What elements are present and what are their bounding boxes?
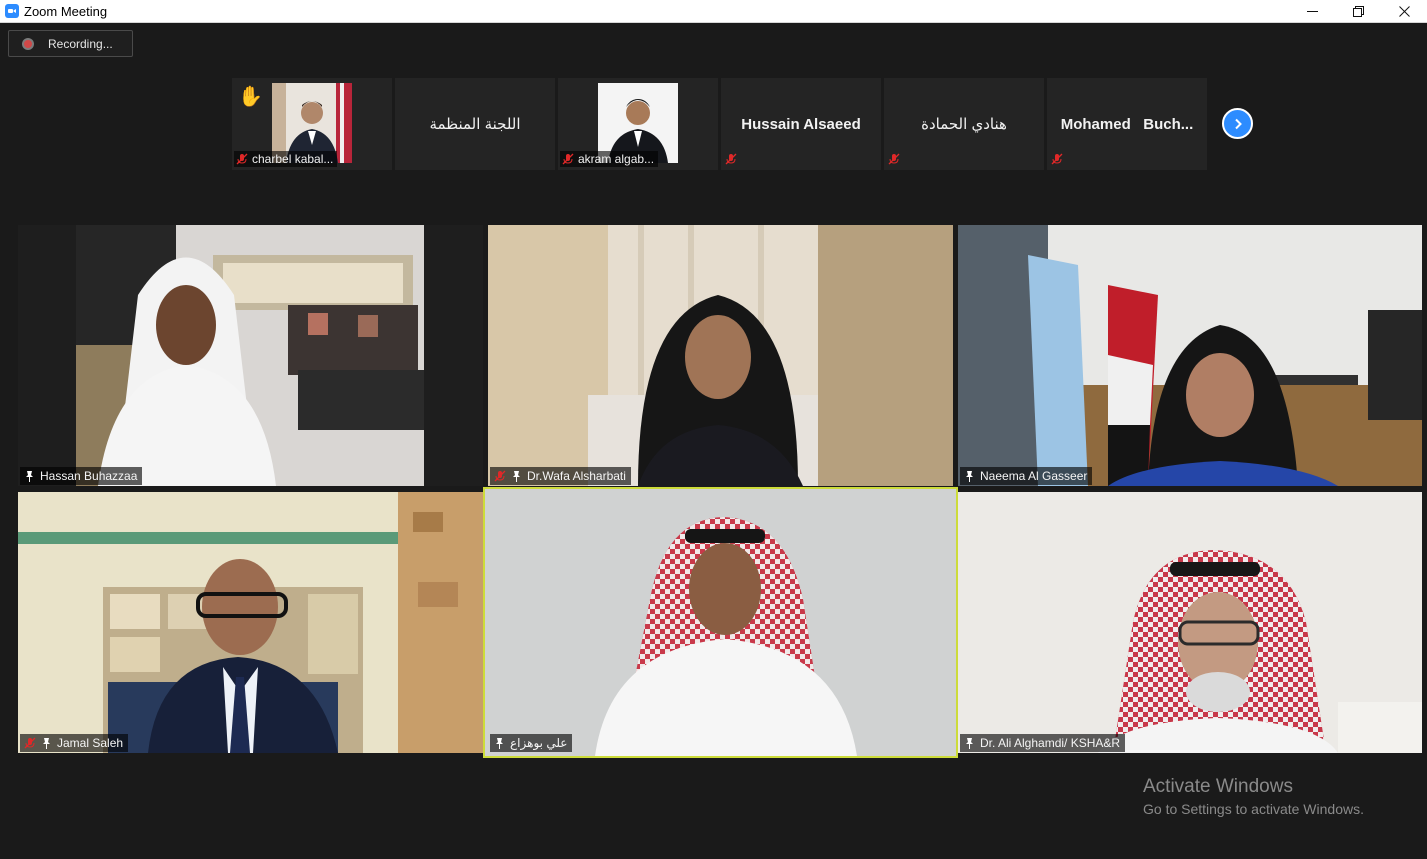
- participant-name: Hassan Buhazzaa: [40, 469, 138, 483]
- participant-caption: [1049, 151, 1067, 167]
- video-tile[interactable]: Hassan Buhazzaa: [18, 225, 483, 486]
- window-controls: [1289, 0, 1427, 23]
- pin-icon: [43, 738, 50, 749]
- participant-namebar: علي بوهزاع: [490, 734, 573, 752]
- mic-muted-icon: [494, 470, 506, 482]
- participant-video: [958, 225, 1422, 486]
- participant-video: [958, 492, 1422, 753]
- record-icon: [22, 37, 34, 50]
- video-tile[interactable]: Jamal Saleh: [18, 492, 483, 753]
- participant-caption: charbel kabal...: [234, 151, 338, 167]
- watermark-subtitle: Go to Settings to activate Windows.: [1143, 801, 1364, 817]
- participant-name: Hussain Alsaeed: [741, 115, 861, 133]
- mic-muted-icon: [1051, 153, 1063, 165]
- pin-icon: [966, 471, 973, 482]
- filmstrip-thumb[interactable]: Hussain Alsaeed: [721, 78, 881, 170]
- participant-video: [18, 492, 483, 753]
- participant-namebar: Dr.Wafa Alsharbati: [490, 467, 631, 485]
- video-tile[interactable]: Naeema Al Gasseer: [958, 225, 1422, 486]
- participant-name: charbel kabal...: [252, 152, 334, 166]
- filmstrip-thumb[interactable]: اللجنة المنظمة: [395, 78, 555, 170]
- video-tile[interactable]: Dr. Ali Alghamdi/ KSHA&R: [958, 492, 1422, 753]
- restore-button[interactable]: [1335, 0, 1381, 23]
- watermark-title: Activate Windows: [1143, 776, 1293, 797]
- filmstrip-next-button[interactable]: [1222, 108, 1253, 139]
- participant-video: [488, 225, 953, 486]
- mic-muted-icon: [562, 153, 574, 165]
- participant-video: [485, 489, 956, 756]
- filmstrip-thumb[interactable]: هنادي الحمادة: [884, 78, 1044, 170]
- participant-name: Mohamed Buch...: [1060, 115, 1194, 133]
- filmstrip-thumb[interactable]: ✋ charbel kabal...: [232, 78, 392, 170]
- minimize-button[interactable]: [1289, 0, 1335, 23]
- activate-windows-watermark: Activate Windows Go to Settings to activ…: [1143, 776, 1364, 817]
- mic-muted-icon: [236, 153, 248, 165]
- recording-label: Recording...: [48, 36, 113, 51]
- chevron-right-icon: [1234, 118, 1242, 129]
- participant-caption: akram algab...: [560, 151, 659, 167]
- participant-namebar: Naeema Al Gasseer: [960, 467, 1093, 485]
- pin-icon: [513, 471, 520, 482]
- participant-name: Dr. Ali Alghamdi/ KSHA&R: [980, 736, 1121, 750]
- minimize-icon: [1306, 11, 1318, 12]
- window-title: Zoom Meeting: [24, 3, 108, 19]
- participant-namebar: Dr. Ali Alghamdi/ KSHA&R: [960, 734, 1126, 752]
- close-button[interactable]: [1381, 0, 1427, 23]
- mic-muted-icon: [24, 737, 36, 749]
- title-bar: Zoom Meeting: [0, 0, 1427, 23]
- video-tile[interactable]: Dr.Wafa Alsharbati: [488, 225, 953, 486]
- pin-icon: [966, 738, 973, 749]
- raised-hand-icon: ✋: [238, 86, 263, 108]
- participant-caption: [723, 151, 741, 167]
- restore-icon: [1352, 6, 1364, 17]
- filmstrip-thumb[interactable]: Mohamed Buch...: [1047, 78, 1207, 170]
- mic-muted-icon: [888, 153, 900, 165]
- participant-name: علي بوهزاع: [510, 736, 568, 750]
- pin-icon: [26, 471, 33, 482]
- participant-namebar: Hassan Buhazzaa: [20, 467, 143, 485]
- video-tile-active-speaker[interactable]: علي بوهزاع: [483, 487, 958, 758]
- mic-muted-icon: [725, 153, 737, 165]
- participant-video: [76, 225, 424, 486]
- recording-indicator[interactable]: Recording...: [8, 30, 133, 57]
- participant-name: Naeema Al Gasseer: [980, 469, 1088, 483]
- participant-name: akram algab...: [578, 152, 655, 166]
- zoom-app-icon: [5, 4, 19, 18]
- participant-name: هنادي الحمادة: [921, 116, 1007, 133]
- participant-name: Dr.Wafa Alsharbati: [527, 469, 626, 483]
- pin-icon: [496, 738, 503, 749]
- filmstrip-thumb[interactable]: akram algab...: [558, 78, 718, 170]
- close-icon: [1398, 6, 1410, 17]
- participant-name: اللجنة المنظمة: [429, 116, 521, 133]
- participant-name: Jamal Saleh: [57, 736, 124, 750]
- participant-namebar: Jamal Saleh: [20, 734, 129, 752]
- participant-caption: [886, 151, 904, 167]
